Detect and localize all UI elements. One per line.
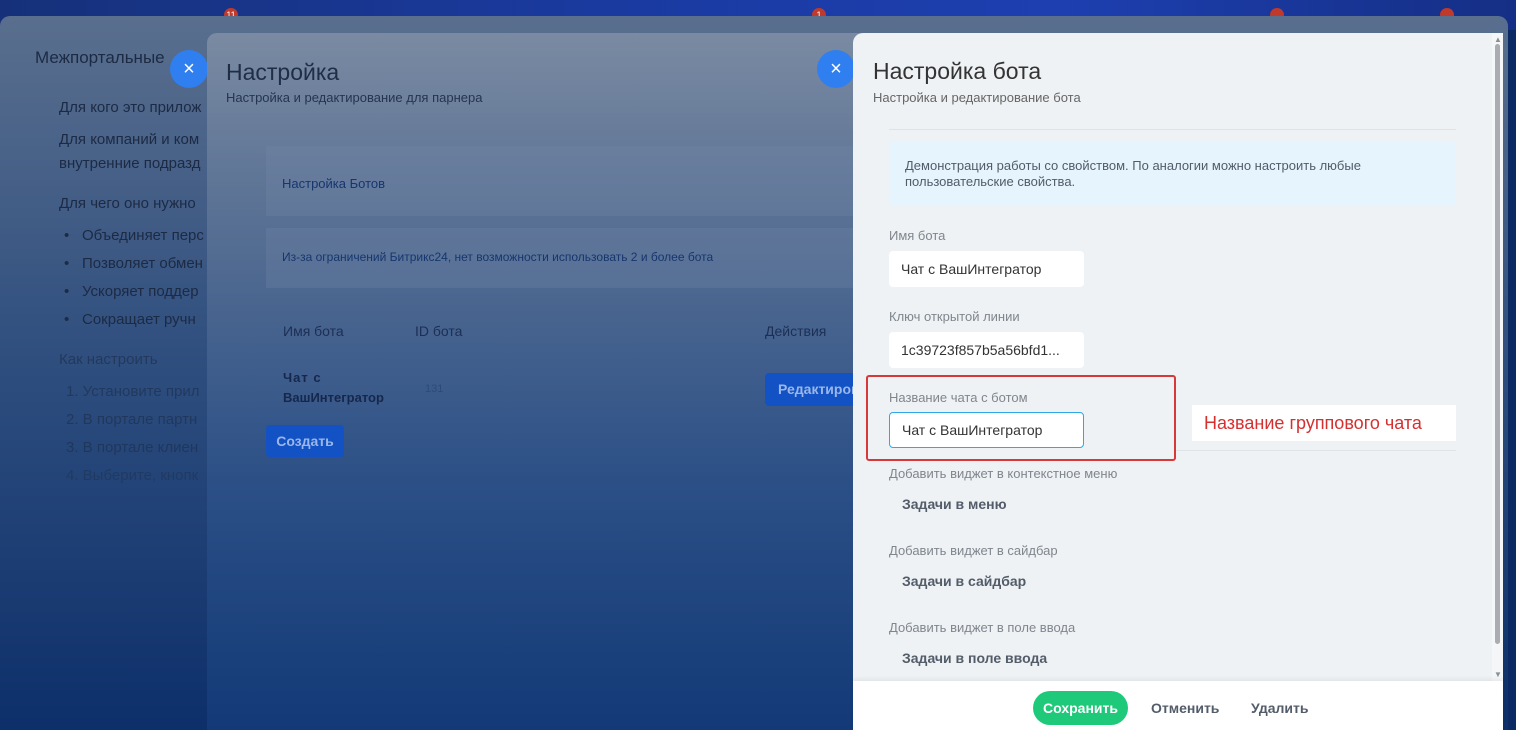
info-notice: Демонстрация работы со свойством. По ана… xyxy=(889,142,1456,206)
widget-sidebar-label: Добавить виджет в сайдбар xyxy=(889,543,1058,558)
close-icon[interactable]: × xyxy=(170,50,208,88)
cancel-button[interactable]: Отменить xyxy=(1151,691,1219,725)
save-button[interactable]: Сохранить xyxy=(1033,691,1128,725)
widget-input-value[interactable]: Задачи в поле ввода xyxy=(902,650,1047,666)
panel-title: Настройка бота xyxy=(873,58,1042,84)
delete-button[interactable]: Удалить xyxy=(1251,691,1308,725)
annotation-label: Название группового чата xyxy=(1192,405,1456,441)
limit-note: Из-за ограничений Битрикс24, нет возможн… xyxy=(282,250,714,264)
list-item: 4. Выберите, кнопк xyxy=(66,467,199,484)
scrollbar-thumb[interactable] xyxy=(1495,44,1500,644)
list-item: 2. В портале партн xyxy=(66,411,198,428)
widget-context-label: Добавить виджет в контекстное меню xyxy=(889,466,1118,481)
app-text: Для компаний и ком xyxy=(59,131,200,148)
scroll-up-icon[interactable]: ▲ xyxy=(1494,35,1502,44)
column-header-name: Имя бота xyxy=(283,323,344,339)
app-text: внутренние подразд xyxy=(59,155,201,172)
edit-button[interactable]: Редактиров xyxy=(765,373,860,406)
table-cell-name: Чат с xyxy=(283,370,322,385)
open-line-key-input[interactable]: 1c39723f857b5a56bfd1... xyxy=(889,332,1084,368)
table-cell-id: 131 xyxy=(425,383,444,395)
widget-sidebar-value[interactable]: Задачи в сайдбар xyxy=(902,573,1026,589)
list-item: Сокращает ручн xyxy=(64,311,196,328)
list-item: 3. В портале клиен xyxy=(66,439,199,456)
widget-context-value[interactable]: Задачи в меню xyxy=(902,496,1007,512)
panel-subtitle: Настройка и редактирование бота xyxy=(873,90,1081,105)
bots-settings-link[interactable]: Настройка Ботов xyxy=(282,176,385,191)
app-text: Для кого это прилож xyxy=(59,99,202,116)
list-item: Ускоряет поддер xyxy=(64,283,199,300)
list-item: Позволяет обмен xyxy=(64,255,203,272)
column-header-id: ID бота xyxy=(415,323,463,339)
scroll-down-icon[interactable]: ▼ xyxy=(1494,670,1502,679)
list-item: Объединяет перс xyxy=(64,227,204,244)
annotation-highlight xyxy=(866,375,1176,461)
list-item: 1. Установите прил xyxy=(66,383,200,400)
app-title: Межпортальные xyxy=(35,48,165,67)
how-title: Как настроить xyxy=(59,351,158,368)
bot-name-label: Имя бота xyxy=(889,228,946,243)
page-title: Настройка xyxy=(226,59,340,85)
divider xyxy=(1176,450,1456,451)
table-cell-name: ВашИнтегратор xyxy=(283,390,384,405)
app-text: Для чего оно нужно xyxy=(59,195,196,212)
column-header-actions: Действия xyxy=(765,323,827,339)
open-line-key-label: Ключ открытой линии xyxy=(889,309,1020,324)
close-icon[interactable]: × xyxy=(817,50,855,88)
create-button[interactable]: Создать xyxy=(266,425,344,457)
page-subtitle: Настройка и редактирование для парнера xyxy=(226,90,483,105)
divider xyxy=(889,129,1456,130)
widget-input-label: Добавить виджет в поле ввода xyxy=(889,620,1076,635)
bot-name-input[interactable]: Чат с ВашИнтегратор xyxy=(889,251,1084,287)
